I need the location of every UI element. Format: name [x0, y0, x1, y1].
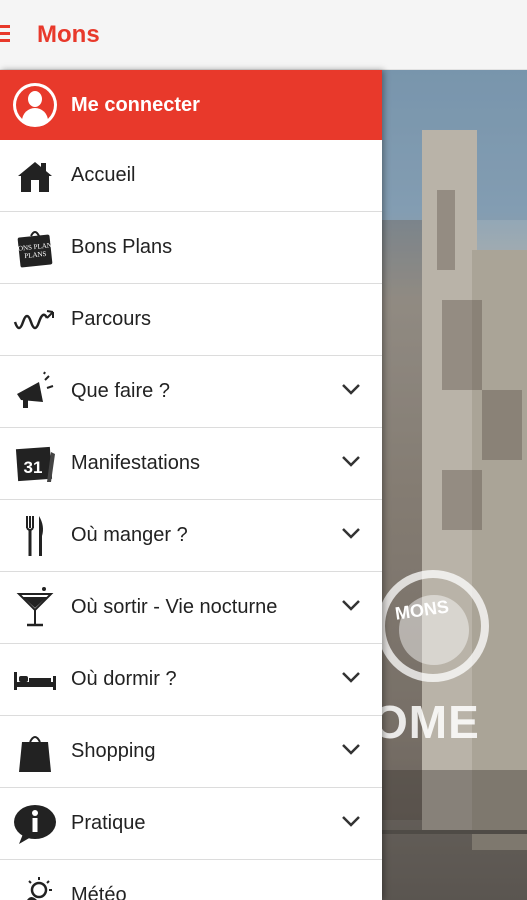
cutlery-icon: [26, 516, 43, 556]
home-icon: [18, 162, 52, 192]
chevron-down-icon[interactable]: [341, 742, 361, 756]
menu-label: Pratique: [71, 812, 146, 834]
mons-logo: MONS: [382, 570, 489, 682]
bed-icon: [14, 672, 56, 690]
menu-icon[interactable]: [0, 25, 10, 43]
menu-label: Que faire ?: [71, 380, 170, 402]
login-button[interactable]: Me connecter: [0, 70, 382, 140]
menu-label: Où dormir ?: [71, 668, 177, 690]
app-bar: Mons: [0, 0, 527, 70]
chevron-down-icon[interactable]: [341, 814, 361, 828]
menu-label: Bons Plans: [71, 236, 173, 258]
navigation-drawer: Me connecter Accueil BONS PLANS PLANS Bo…: [0, 70, 382, 900]
menu-item-que-faire[interactable]: Que faire ?: [0, 356, 382, 428]
menu-item-bons-plans[interactable]: BONS PLANS PLANS Bons Plans: [0, 212, 382, 284]
menu-label: Accueil: [71, 164, 136, 186]
menu-item-parcours[interactable]: Parcours: [0, 284, 382, 356]
menu-item-accueil[interactable]: Accueil: [0, 140, 382, 212]
weather-icon: [27, 877, 52, 900]
menu-item-pratique[interactable]: Pratique: [0, 788, 382, 860]
menu-item-ou-sortir[interactable]: Où sortir - Vie nocturne: [0, 572, 382, 644]
menu-item-shopping[interactable]: Shopping: [0, 716, 382, 788]
menu-label: Où sortir - Vie nocturne: [71, 596, 278, 618]
welcome-text: OME: [382, 696, 480, 748]
info-icon: [14, 805, 56, 844]
menu-item-ou-dormir[interactable]: Où dormir ?: [0, 644, 382, 716]
menu-item-ou-manger[interactable]: Où manger ?: [0, 500, 382, 572]
route-icon: [13, 310, 54, 330]
shopping-bag-icon: [19, 736, 51, 772]
chevron-down-icon[interactable]: [341, 454, 361, 468]
menu-item-meteo[interactable]: Météo: [0, 860, 382, 900]
chevron-down-icon[interactable]: [341, 526, 361, 540]
cocktail-icon: [16, 587, 54, 627]
bons-plans-bag-icon: BONS PLANS PLANS: [13, 231, 56, 268]
menu-item-manifestations[interactable]: 31 Manifestations: [0, 428, 382, 500]
menu-label: Parcours: [71, 308, 152, 330]
app-title: Mons: [37, 21, 100, 48]
hero-image: MONS OME: [382, 70, 527, 900]
chevron-down-icon[interactable]: [341, 598, 361, 612]
user-avatar-icon: [13, 83, 57, 127]
menu-label: Où manger ?: [71, 524, 188, 546]
menu-label: Shopping: [71, 740, 156, 762]
calendar-icon: 31: [15, 446, 55, 482]
svg-text:31: 31: [24, 458, 43, 477]
megaphone-icon: [17, 371, 54, 408]
login-label: Me connecter: [71, 94, 200, 116]
chevron-down-icon[interactable]: [341, 382, 361, 396]
chevron-down-icon[interactable]: [341, 670, 361, 684]
menu-label: Manifestations: [71, 452, 200, 474]
menu-label: Météo: [71, 884, 127, 900]
